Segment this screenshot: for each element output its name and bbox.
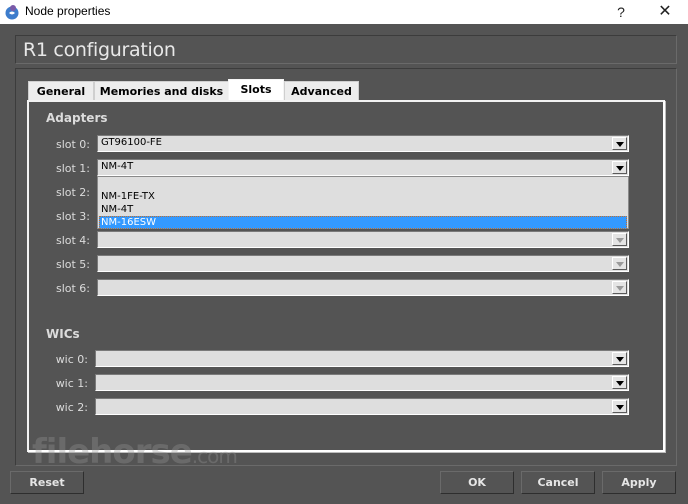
- tab-memories-and-disks[interactable]: Memories and disks: [94, 81, 229, 101]
- dropdown-option[interactable]: NM-4T: [99, 203, 627, 216]
- close-button[interactable]: ✕: [654, 1, 676, 23]
- tab-advanced[interactable]: Advanced: [284, 81, 359, 101]
- reset-button[interactable]: Reset: [10, 471, 84, 494]
- tab-slots[interactable]: Slots: [228, 79, 284, 101]
- slot-6-label: slot 6:: [55, 282, 90, 295]
- wic-2-label: wic 2:: [55, 401, 88, 414]
- watermark-suffix: .com: [191, 444, 238, 468]
- slot-4-label: slot 4:: [55, 234, 90, 247]
- wics-heading: WICs: [46, 327, 80, 341]
- adapters-heading: Adapters: [46, 111, 108, 125]
- apply-button[interactable]: Apply: [602, 471, 676, 494]
- slot-2-label: slot 2:: [55, 186, 90, 199]
- ok-button[interactable]: OK: [440, 471, 514, 494]
- slot-5-label: slot 5:: [55, 258, 90, 271]
- slot-1-select[interactable]: NM-4T: [97, 159, 629, 176]
- window-titlebar: Node properties ? ✕: [0, 0, 688, 24]
- wic-0-select[interactable]: [95, 350, 629, 367]
- dropdown-option[interactable]: NM-1FE-TX: [99, 190, 627, 203]
- watermark-text: filehorse: [32, 432, 193, 472]
- chevron-down-icon[interactable]: [612, 257, 627, 270]
- config-header: R1 configuration: [15, 35, 677, 64]
- slot-1-label: slot 1:: [55, 162, 90, 175]
- wic-1-label: wic 1:: [55, 377, 88, 390]
- slot-5-select[interactable]: [97, 255, 629, 272]
- help-button[interactable]: ?: [612, 2, 630, 22]
- chevron-down-icon[interactable]: [612, 137, 627, 150]
- slot-6-select[interactable]: [97, 279, 629, 296]
- chevron-down-icon[interactable]: [612, 352, 627, 365]
- wic-2-select[interactable]: [95, 398, 629, 415]
- cancel-button[interactable]: Cancel: [521, 471, 595, 494]
- slot-3-label: slot 3:: [55, 210, 90, 223]
- wic-1-select[interactable]: [95, 374, 629, 391]
- slot-1-value: NM-4T: [101, 161, 134, 172]
- window-title: Node properties: [25, 4, 111, 18]
- app-icon: [5, 5, 19, 20]
- chevron-down-icon[interactable]: [612, 400, 627, 413]
- tab-general[interactable]: General: [28, 81, 94, 101]
- slot-1-dropdown-list[interactable]: NM-1FE-TX NM-4T NM-16ESW: [97, 176, 629, 229]
- chevron-down-icon[interactable]: [612, 233, 627, 246]
- slot-4-select[interactable]: [97, 231, 629, 248]
- chevron-down-icon[interactable]: [612, 161, 627, 174]
- wic-0-label: wic 0:: [55, 353, 88, 366]
- chevron-down-icon[interactable]: [612, 376, 627, 389]
- chevron-down-icon[interactable]: [612, 281, 627, 294]
- dropdown-option-selected[interactable]: NM-16ESW: [99, 216, 627, 229]
- page-title: R1 configuration: [23, 39, 176, 61]
- slot-0-value: GT96100-FE: [101, 137, 162, 148]
- watermark-logo: filehorse.com: [32, 432, 238, 472]
- slot-0-label: slot 0:: [55, 138, 90, 151]
- slot-0-select[interactable]: GT96100-FE: [97, 135, 629, 152]
